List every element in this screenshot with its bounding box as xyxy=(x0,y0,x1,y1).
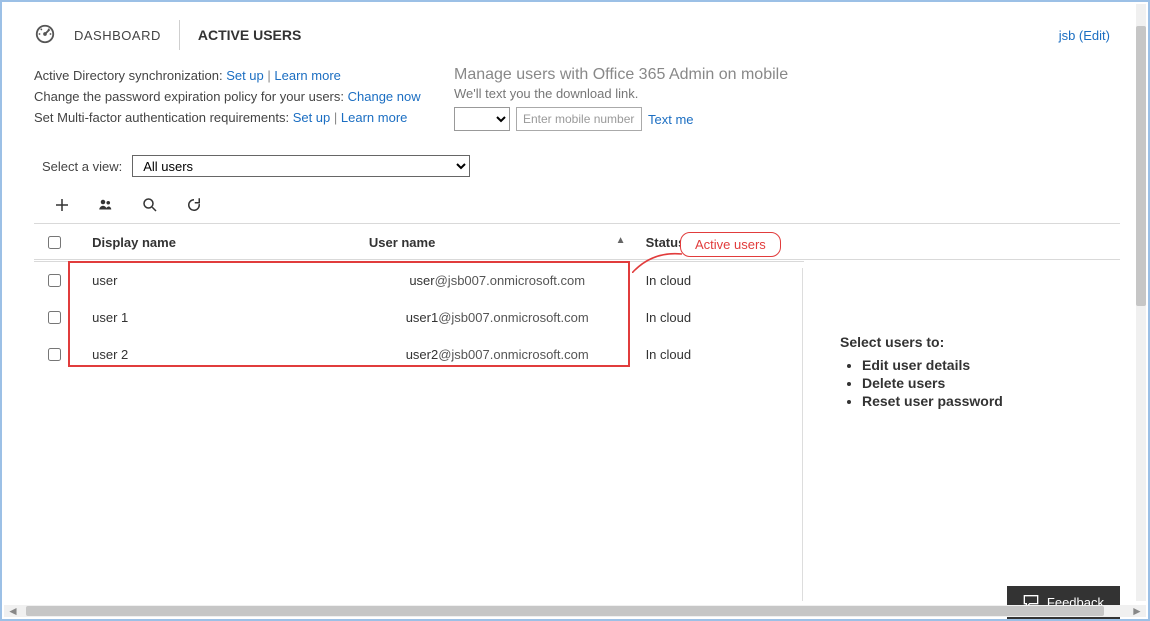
cell-user-name: user1@jsb007.onmicrosoft.com xyxy=(359,299,636,336)
user-edit-link[interactable]: jsb (Edit) xyxy=(1059,28,1110,43)
bulk-users-button[interactable] xyxy=(96,195,116,215)
row-checkbox[interactable] xyxy=(48,348,61,361)
mfa-setup-link[interactable]: Set up xyxy=(293,110,331,125)
side-action-item: Delete users xyxy=(862,374,1090,392)
table-row[interactable]: useruser@jsb007.onmicrosoft.comIn cloud xyxy=(34,262,804,300)
horizontal-scrollbar[interactable]: ◄ ► xyxy=(4,605,1146,617)
row-checkbox[interactable] xyxy=(48,274,61,287)
cell-display-name: user xyxy=(82,262,359,300)
mfa-learn-link[interactable]: Learn more xyxy=(341,110,407,125)
pwd-policy-label: Change the password expiration policy fo… xyxy=(34,89,348,104)
search-button[interactable] xyxy=(140,195,160,215)
side-separator xyxy=(802,268,803,601)
cell-user-name: user2@jsb007.onmicrosoft.com xyxy=(359,336,636,373)
ad-sync-label: Active Directory synchronization: xyxy=(34,68,226,83)
cell-display-name: user 1 xyxy=(82,299,359,336)
refresh-button[interactable] xyxy=(184,195,204,215)
mobile-number-input[interactable] xyxy=(516,107,642,131)
select-all-checkbox[interactable] xyxy=(48,236,61,249)
side-action-item: Reset user password xyxy=(862,392,1090,410)
ad-sync-learn-link[interactable]: Learn more xyxy=(274,68,340,83)
mobile-promo-subtext: We'll text you the download link. xyxy=(454,86,1104,101)
add-user-button[interactable] xyxy=(52,195,72,215)
view-select[interactable]: All users xyxy=(132,155,470,177)
side-heading: Select users to: xyxy=(840,334,1090,350)
sort-asc-icon: ▲ xyxy=(616,235,626,246)
cell-status: In cloud xyxy=(636,262,804,300)
row-checkbox[interactable] xyxy=(48,311,61,324)
mfa-label: Set Multi-factor authentication requirem… xyxy=(34,110,293,125)
dashboard-link[interactable]: DASHBOARD xyxy=(74,28,161,43)
pwd-policy-link[interactable]: Change now xyxy=(348,89,421,104)
view-label: Select a view: xyxy=(42,159,122,174)
cell-status: In cloud xyxy=(636,336,804,373)
mobile-country-select[interactable] xyxy=(454,107,510,131)
col-user-name[interactable]: User name ▲ xyxy=(359,224,636,262)
cell-display-name: user 2 xyxy=(82,336,359,373)
annotation-callout: Active users xyxy=(680,232,781,257)
page-title: ACTIVE USERS xyxy=(198,27,301,43)
table-row[interactable]: user 2user2@jsb007.onmicrosoft.comIn clo… xyxy=(34,336,804,373)
side-action-item: Edit user details xyxy=(862,356,1090,374)
table-row[interactable]: user 1user1@jsb007.onmicrosoft.comIn clo… xyxy=(34,299,804,336)
header-separator xyxy=(179,20,180,50)
col-display-name[interactable]: Display name xyxy=(82,224,359,262)
dashboard-gauge-icon xyxy=(34,23,56,48)
ad-sync-setup-link[interactable]: Set up xyxy=(226,68,264,83)
text-me-link[interactable]: Text me xyxy=(648,112,694,127)
cell-user-name: user@jsb007.onmicrosoft.com xyxy=(359,262,636,300)
vertical-scrollbar[interactable] xyxy=(1136,4,1146,601)
mobile-promo-heading: Manage users with Office 365 Admin on mo… xyxy=(454,66,1104,84)
cell-status: In cloud xyxy=(636,299,804,336)
side-panel: Select users to: Edit user detailsDelete… xyxy=(840,334,1090,410)
